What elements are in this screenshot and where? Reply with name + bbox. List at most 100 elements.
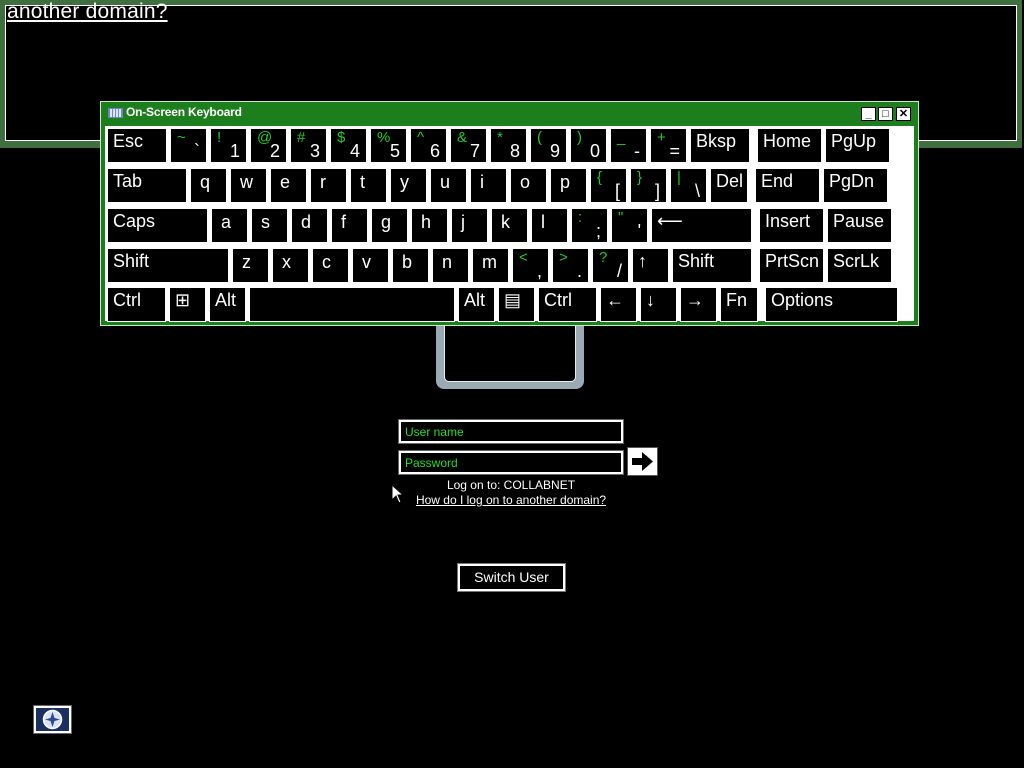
key-g[interactable]: g: [371, 208, 408, 243]
key-insert[interactable]: Insert: [759, 208, 824, 243]
key-l[interactable]: l: [531, 208, 568, 243]
key-r[interactable]: r: [310, 168, 347, 203]
key-tab[interactable]: Tab: [107, 168, 187, 203]
key-down[interactable]: ↓: [640, 287, 677, 322]
key-3[interactable]: #3: [290, 128, 327, 163]
key-s[interactable]: s: [251, 208, 288, 243]
key-pgup[interactable]: PgUp: [825, 128, 890, 163]
key-right[interactable]: →: [680, 287, 717, 322]
key-label: Ctrl: [113, 290, 141, 310]
key-z[interactable]: z: [232, 248, 269, 283]
key-e[interactable]: e: [270, 168, 307, 203]
key-t[interactable]: t: [350, 168, 387, 203]
ease-of-access-icon: [42, 709, 63, 730]
logon-domain-text: Log on to: COLLABNET: [446, 478, 576, 492]
key-c[interactable]: c: [312, 248, 349, 283]
key-i[interactable]: i: [470, 168, 507, 203]
another-domain-link[interactable]: How do I log on to another domain?: [399, 493, 623, 507]
key-w[interactable]: w: [230, 168, 267, 203]
key-0[interactable]: ) 0: [570, 128, 607, 163]
key-a[interactable]: a: [211, 208, 248, 243]
key-p[interactable]: p: [550, 168, 587, 203]
key-ralt[interactable]: Alt: [458, 287, 495, 322]
key-shift-char: _: [617, 129, 626, 146]
key-rshift[interactable]: Shift: [672, 248, 752, 283]
key-n[interactable]: n: [432, 248, 469, 283]
key-menu[interactable]: ▤: [498, 287, 535, 322]
key-left[interactable]: ←: [600, 287, 637, 322]
key-pause[interactable]: Pause: [827, 208, 892, 243]
key-base-char: 4: [349, 141, 360, 161]
key-5[interactable]: % 5: [370, 128, 407, 163]
key-quote[interactable]: " ': [611, 208, 648, 243]
key-prtscn[interactable]: PrtScn: [759, 248, 824, 283]
key-2[interactable]: @2: [250, 128, 287, 163]
key-pgdn[interactable]: PgDn: [823, 168, 888, 203]
key-label: PrtScn: [765, 251, 820, 271]
key-8[interactable]: * 8: [490, 128, 527, 163]
key-q[interactable]: q: [190, 168, 227, 203]
key-equals[interactable]: + =: [650, 128, 687, 163]
key-v[interactable]: v: [352, 248, 389, 283]
key-home[interactable]: Home: [757, 128, 822, 163]
key-rbracket[interactable]: }]: [630, 168, 667, 203]
key-6[interactable]: ^ 6: [410, 128, 447, 163]
key-label: ↓: [646, 290, 655, 310]
key-enter[interactable]: ⟵: [651, 208, 752, 243]
key-fn[interactable]: Fn: [720, 287, 758, 322]
key-tilde[interactable]: ~ `: [170, 128, 207, 163]
key-esc[interactable]: Esc: [107, 128, 167, 163]
key-9[interactable]: (9: [530, 128, 567, 163]
key-options[interactable]: Options: [765, 287, 898, 322]
key-rctrl[interactable]: Ctrl: [538, 287, 597, 322]
key-4[interactable]: $4: [330, 128, 367, 163]
key-label: ▤: [504, 290, 522, 310]
key-up[interactable]: ↑: [632, 248, 669, 283]
key-1[interactable]: ! 1: [210, 128, 247, 163]
close-button[interactable]: ✕: [896, 107, 911, 121]
key-j[interactable]: j: [451, 208, 488, 243]
username-field[interactable]: [398, 419, 624, 444]
key-label: m: [482, 252, 497, 272]
key-u[interactable]: u: [430, 168, 467, 203]
key-slash[interactable]: ? /: [592, 248, 629, 283]
key-f[interactable]: f: [331, 208, 368, 243]
key-m[interactable]: m: [472, 248, 509, 283]
key-y[interactable]: y: [390, 168, 427, 203]
ease-of-access-button[interactable]: [33, 705, 72, 734]
username-input[interactable]: [401, 422, 621, 441]
key-space[interactable]: [249, 287, 455, 322]
key-7[interactable]: & 7: [450, 128, 487, 163]
key-backslash[interactable]: | \: [670, 168, 707, 203]
submit-button[interactable]: [627, 447, 658, 476]
password-input[interactable]: [401, 453, 621, 472]
maximize-button[interactable]: □: [878, 107, 893, 121]
key-caps[interactable]: Caps: [107, 208, 208, 243]
key-scrlk[interactable]: ScrLk: [827, 248, 892, 283]
key-del[interactable]: Del: [710, 168, 748, 203]
key-semicolon[interactable]: :;: [571, 208, 608, 243]
key-label: Home: [763, 131, 812, 151]
key-comma[interactable]: <,: [512, 248, 549, 283]
switch-user-button[interactable]: Switch User: [457, 563, 566, 592]
key-x[interactable]: x: [272, 248, 309, 283]
password-field[interactable]: [398, 450, 624, 475]
key-h[interactable]: h: [411, 208, 448, 243]
key-o[interactable]: o: [510, 168, 547, 203]
osk-titlebar[interactable]: On-Screen Keyboard _ □ ✕: [101, 102, 918, 124]
key-d[interactable]: d: [291, 208, 328, 243]
key-lctrl[interactable]: Ctrl: [107, 287, 166, 322]
key-shift-char: %: [377, 129, 391, 146]
minimize-button[interactable]: _: [861, 107, 876, 121]
key-minus[interactable]: _ -: [610, 128, 647, 163]
key-windows[interactable]: ⊞: [169, 287, 206, 322]
key-lshift[interactable]: Shift: [107, 248, 229, 283]
key-lbracket[interactable]: {[: [590, 168, 627, 203]
key-period[interactable]: >.: [552, 248, 589, 283]
key-lalt[interactable]: Alt: [209, 287, 246, 322]
key-backspace[interactable]: Bksp: [690, 128, 750, 163]
key-k[interactable]: k: [491, 208, 528, 243]
key-end[interactable]: End: [755, 168, 820, 203]
help-link-another-domain[interactable]: another domain?: [7, 0, 168, 24]
key-b[interactable]: b: [392, 248, 429, 283]
